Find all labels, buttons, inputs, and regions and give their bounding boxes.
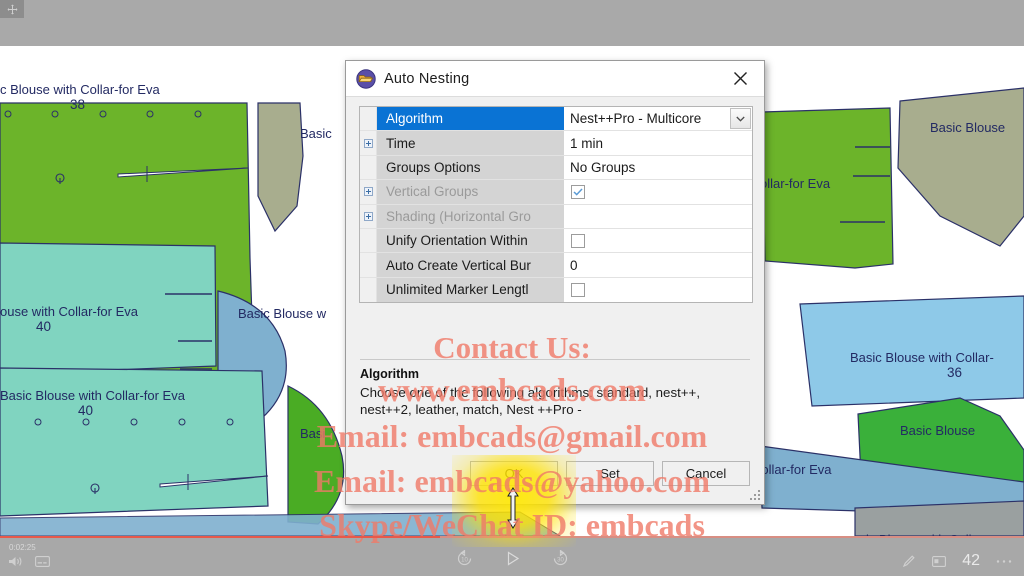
player-right-controls: 42	[902, 552, 1012, 570]
nesting-folder-icon	[356, 69, 376, 89]
property-name: Unify Orientation Within	[377, 229, 565, 252]
piece-label: Basi	[300, 426, 325, 441]
property-name: Algorithm	[377, 107, 565, 130]
player-time: 0:02:25	[9, 543, 36, 552]
checkbox-unify-orientation[interactable]	[571, 234, 585, 248]
property-value-algorithm[interactable]: Nest++Pro - Multicore	[565, 107, 752, 130]
expander-placeholder	[360, 107, 377, 130]
property-name: Shading (Horizontal Gro	[377, 205, 565, 228]
piece-size: 40	[36, 319, 51, 334]
piece-label: Basic Blouse	[900, 423, 975, 438]
piece-label: Basic Blouse w	[238, 306, 327, 321]
expander-placeholder	[360, 156, 377, 179]
auto-nesting-dialog: Auto Nesting Algorithm Nest++Pro - Multi…	[345, 60, 765, 505]
description-pane: Algorithm Choose one of the following al…	[360, 359, 750, 456]
property-value-time[interactable]: 1 min	[565, 131, 752, 154]
checkbox-unlimited-marker-length[interactable]	[571, 283, 585, 297]
dialog-title: Auto Nesting	[384, 71, 720, 87]
expander-shading[interactable]	[360, 205, 377, 228]
volume-icon[interactable]	[8, 555, 23, 568]
svg-text:30: 30	[557, 558, 564, 564]
rewind-10-icon[interactable]: 10	[456, 550, 473, 567]
property-name: Unlimited Marker Lengtl	[377, 278, 565, 302]
pencil-icon[interactable]	[902, 554, 916, 568]
forward-30-icon[interactable]: 30	[552, 550, 569, 567]
piece-label: Basic Blouse with Collar-for Eva	[0, 388, 186, 403]
property-row-time[interactable]: Time 1 min	[360, 131, 752, 155]
chevron-down-icon[interactable]	[730, 108, 751, 129]
piece-label: c Blouse with Collar-for Eva	[0, 82, 160, 97]
video-player-bar: 0:02:25 10	[0, 536, 1024, 576]
property-name: Groups Options	[377, 156, 565, 179]
ok-button[interactable]: OK	[470, 461, 558, 486]
piece-label: Basic Blouse	[930, 120, 1005, 135]
property-row-auto-create-vertical-bundles[interactable]: Auto Create Vertical Bur 0	[360, 253, 752, 277]
expander-time[interactable]	[360, 131, 377, 154]
expander-vertical-groups[interactable]	[360, 180, 377, 203]
description-title: Algorithm	[360, 367, 750, 381]
expander-placeholder	[360, 278, 377, 302]
expander-placeholder	[360, 229, 377, 252]
property-grid[interactable]: Algorithm Nest++Pro - Multicore Time 1 m…	[359, 106, 753, 303]
property-value-vertical-groups[interactable]	[565, 180, 752, 203]
cancel-button[interactable]: Cancel	[662, 461, 750, 486]
screen: c Blouse with Collar-for Eva 38 Basic ol…	[0, 0, 1024, 576]
more-icon[interactable]	[996, 559, 1012, 564]
piece-label: ouse with Collar-for Eva	[0, 304, 139, 319]
player-left-controls	[8, 555, 50, 568]
piece-label: ollar-for Eva	[760, 176, 831, 191]
property-value-groups-options[interactable]: No Groups	[565, 156, 752, 179]
piece-label: Basic	[300, 126, 332, 141]
set-button[interactable]: Set	[566, 461, 654, 486]
progress-track[interactable]	[0, 536, 1024, 538]
close-icon[interactable]	[720, 63, 760, 95]
property-row-unify-orientation[interactable]: Unify Orientation Within	[360, 229, 752, 253]
property-row-shading[interactable]: Shading (Horizontal Gro	[360, 205, 752, 229]
property-row-unlimited-marker-length[interactable]: Unlimited Marker Lengtl	[360, 278, 752, 302]
move-icon[interactable]	[0, 0, 24, 18]
piece-label: Basic Blouse with Collar-	[850, 350, 994, 365]
card-icon[interactable]	[932, 556, 946, 567]
property-value-auto-create[interactable]: 0	[565, 253, 752, 276]
property-row-algorithm[interactable]: Algorithm Nest++Pro - Multicore	[360, 107, 752, 131]
description-body: Choose one of the following algorithms: …	[360, 384, 750, 418]
player-center-controls: 10 30	[0, 550, 1024, 567]
player-count: 42	[962, 552, 980, 570]
property-name: Vertical Groups	[377, 180, 565, 203]
property-row-vertical-groups[interactable]: Vertical Groups	[360, 180, 752, 204]
property-row-groups-options[interactable]: Groups Options No Groups	[360, 156, 752, 180]
play-icon[interactable]	[505, 551, 520, 566]
piece-size: 38	[70, 97, 85, 112]
piece-size: 40	[78, 403, 93, 418]
expander-placeholder	[360, 253, 377, 276]
dialog-button-row: OK Set Cancel	[346, 456, 764, 490]
property-name: Time	[377, 131, 565, 154]
svg-text:10: 10	[461, 558, 468, 564]
progress-fill	[0, 536, 440, 538]
property-value-text: Nest++Pro - Multicore	[570, 111, 701, 126]
property-value-unify-orientation[interactable]	[565, 229, 752, 252]
property-value-shading[interactable]	[565, 205, 752, 228]
resize-grip-icon[interactable]	[749, 489, 762, 502]
subtitles-icon[interactable]	[35, 556, 50, 567]
piece-label: ic Blouse with Coll	[866, 532, 972, 536]
property-value-unlimited-marker[interactable]	[565, 278, 752, 302]
dialog-titlebar[interactable]: Auto Nesting	[346, 61, 764, 97]
checkbox-vertical-groups[interactable]	[571, 185, 585, 199]
piece-size: 36	[947, 365, 962, 380]
top-strip	[0, 0, 1024, 46]
property-name: Auto Create Vertical Bur	[377, 253, 565, 276]
